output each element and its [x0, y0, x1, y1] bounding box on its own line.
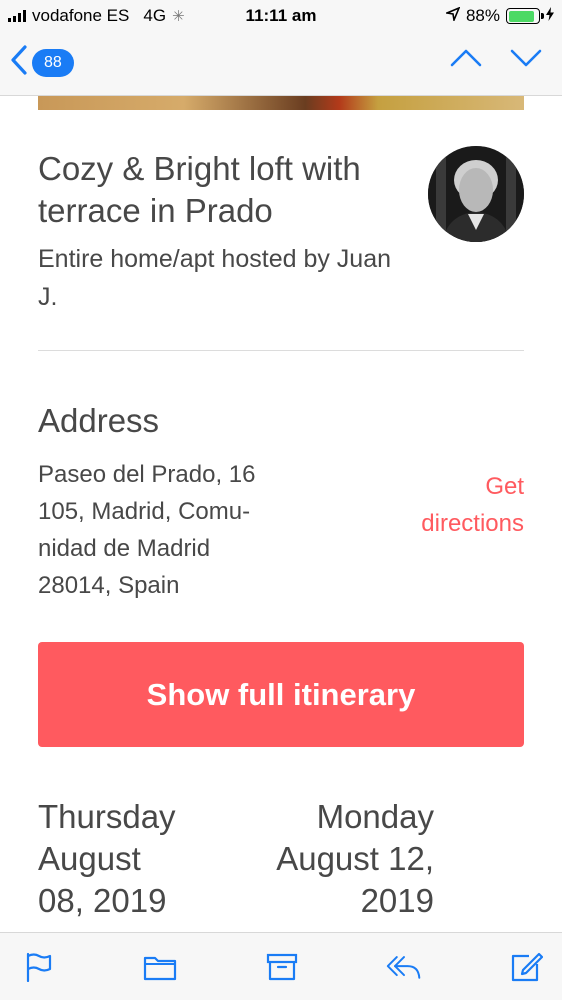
chevron-left-icon: [10, 44, 28, 81]
battery-level: [508, 10, 535, 22]
folder-icon[interactable]: [142, 949, 178, 985]
back-button[interactable]: 88: [10, 44, 74, 81]
charging-bolt-icon: [546, 6, 554, 26]
checkout-year: 2019: [360, 882, 434, 919]
reply-icon[interactable]: [386, 949, 422, 985]
checkin-day: Thursday: [38, 798, 176, 835]
listing-photo[interactable]: [38, 96, 524, 110]
checkout-day: Monday: [316, 798, 434, 835]
unread-count-badge: 88: [32, 48, 74, 77]
host-avatar[interactable]: [428, 146, 524, 242]
location-arrow-icon: [444, 6, 461, 26]
directions-line: Get: [485, 473, 524, 500]
checkout-month: August 12,: [276, 840, 434, 877]
dates-section: Thursday August 08, 2019 Check-in Monday…: [0, 796, 562, 932]
address-line: 105, Madrid, Comu-: [38, 498, 251, 525]
address-heading: Address: [38, 402, 160, 439]
flag-icon[interactable]: [20, 949, 56, 985]
previous-message-button[interactable]: [450, 48, 482, 73]
checkin-date-value: 08, 2019: [38, 882, 167, 919]
address-line: 28014, Spain: [38, 572, 180, 599]
listing-subtitle: Entire home/apt hosted by Juan J.: [38, 245, 392, 311]
get-directions-link[interactable]: Get directions: [364, 468, 524, 542]
compose-icon[interactable]: [508, 949, 544, 985]
status-right: 88%: [444, 6, 554, 26]
archive-icon[interactable]: [264, 949, 300, 985]
checkin-label: Check-in: [38, 922, 258, 932]
show-itinerary-button[interactable]: Show full itinerary: [38, 642, 524, 747]
checkin-date: Thursday August 08, 2019 Check-in: [38, 796, 258, 932]
address-text: Paseo del Prado, 16 105, Madrid, Comu- n…: [38, 456, 298, 604]
checkout-date: Monday August 12, 2019 Checkout: [234, 796, 434, 932]
directions-line: directions: [421, 510, 524, 537]
section-divider: [38, 350, 524, 351]
listing-title: Cozy & Bright loft with terrace in Prado: [38, 150, 361, 229]
message-navigation: [450, 48, 542, 73]
battery-icon: [506, 8, 544, 24]
host-photo-icon: [428, 146, 524, 242]
checkin-month: August: [38, 840, 141, 877]
next-message-button[interactable]: [510, 48, 542, 73]
address-line: Paseo del Prado, 16: [38, 461, 256, 488]
battery-percent: 88%: [465, 6, 500, 25]
address-line: nidad de Madrid: [38, 535, 211, 562]
checkout-label: Checkout: [234, 922, 434, 932]
mail-nav-bar: 88: [0, 32, 562, 96]
mail-toolbar: [0, 932, 562, 1000]
status-bar: vodafone ES 4G ✳ 11:11 am 88%: [0, 0, 562, 32]
